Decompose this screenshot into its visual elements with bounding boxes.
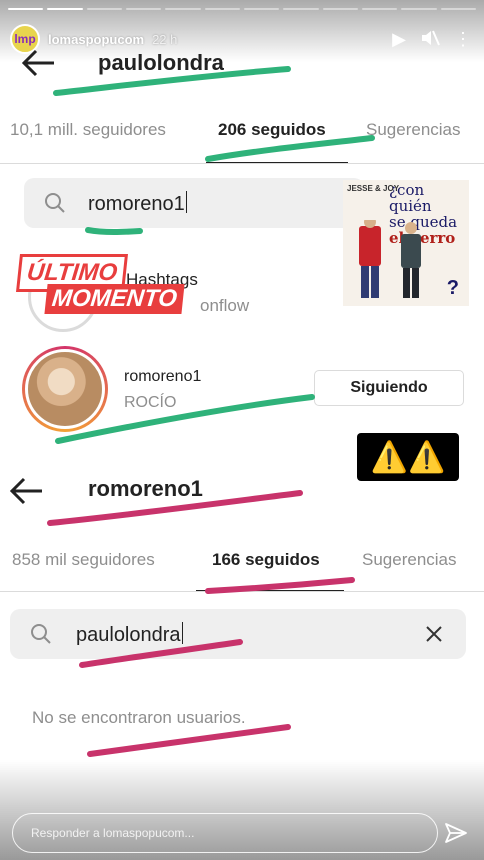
user-result-romoreno1[interactable]: romoreno1 ROCÍO Siguiendo (22, 346, 472, 436)
empty-results-text: No se encontraron usuarios. (32, 708, 246, 727)
story-avatar-text: lmp (14, 32, 36, 46)
tab-followers[interactable]: 10,1 mill. seguidores (10, 120, 166, 140)
search-icon (31, 624, 51, 644)
profile-tabs-1: 10,1 mill. seguidores 206 seguidos Suger… (0, 120, 484, 146)
green-underline-search (85, 227, 143, 235)
profile-title-paulolondra: paulolondra (98, 50, 224, 75)
tab-following[interactable]: 166 seguidos (212, 550, 320, 570)
story-reply-input[interactable] (12, 813, 438, 853)
avatar[interactable] (22, 346, 108, 432)
tab-following[interactable]: 206 seguidos (218, 120, 326, 140)
breaking-line-2: MOMENTO (44, 284, 185, 314)
result-username: romoreno1 (124, 368, 202, 385)
mute-icon[interactable] (420, 29, 440, 50)
tab-followers[interactable]: 858 mil seguidores (12, 550, 155, 570)
story-timestamp: 22 h (152, 31, 178, 47)
profile-title-romoreno1: romoreno1 (88, 476, 203, 501)
search-input[interactable]: paulolondra (10, 609, 466, 659)
back-arrow-icon[interactable] (20, 48, 56, 78)
more-options-icon[interactable]: ⋮ (454, 30, 472, 48)
play-icon[interactable]: ▶ (392, 30, 406, 48)
tab-suggestions[interactable]: Sugerencias (366, 120, 461, 140)
back-arrow-icon[interactable] (8, 476, 44, 506)
warning-sticker: ⚠️⚠️ (357, 433, 459, 481)
send-icon[interactable] (444, 821, 468, 845)
clear-icon[interactable] (422, 622, 446, 646)
story-progress-bar (8, 8, 476, 10)
search-input[interactable]: romoreno1 (24, 178, 364, 228)
story-header: lmp lomaspopucom 22 h ▶ ⋮ (10, 22, 472, 56)
breaking-news-sticker: ÚLTIMO MOMENTO (16, 254, 204, 314)
search-value: romoreno1 (88, 191, 187, 215)
following-button[interactable]: Siguiendo (314, 370, 464, 406)
pink-underline-empty (87, 724, 291, 757)
tabs-divider (0, 163, 484, 164)
tabs-divider (0, 591, 484, 592)
warning-icon: ⚠️⚠️ (370, 440, 446, 474)
result-full-name: ROCÍO (124, 394, 177, 411)
hashtag-subtitle: onflow (200, 296, 250, 315)
search-icon (45, 193, 65, 213)
tab-suggestions[interactable]: Sugerencias (362, 550, 457, 570)
book-cover-sticker: JESSE & JOY ¿con quién se queda el perro… (343, 180, 469, 306)
search-value: paulolondra (76, 622, 183, 646)
book-question-mark: ? (446, 277, 459, 299)
story-username[interactable]: lomaspopucom (48, 32, 144, 47)
profile-tabs-2: 858 mil seguidores 166 seguidos Sugerenc… (0, 550, 484, 576)
